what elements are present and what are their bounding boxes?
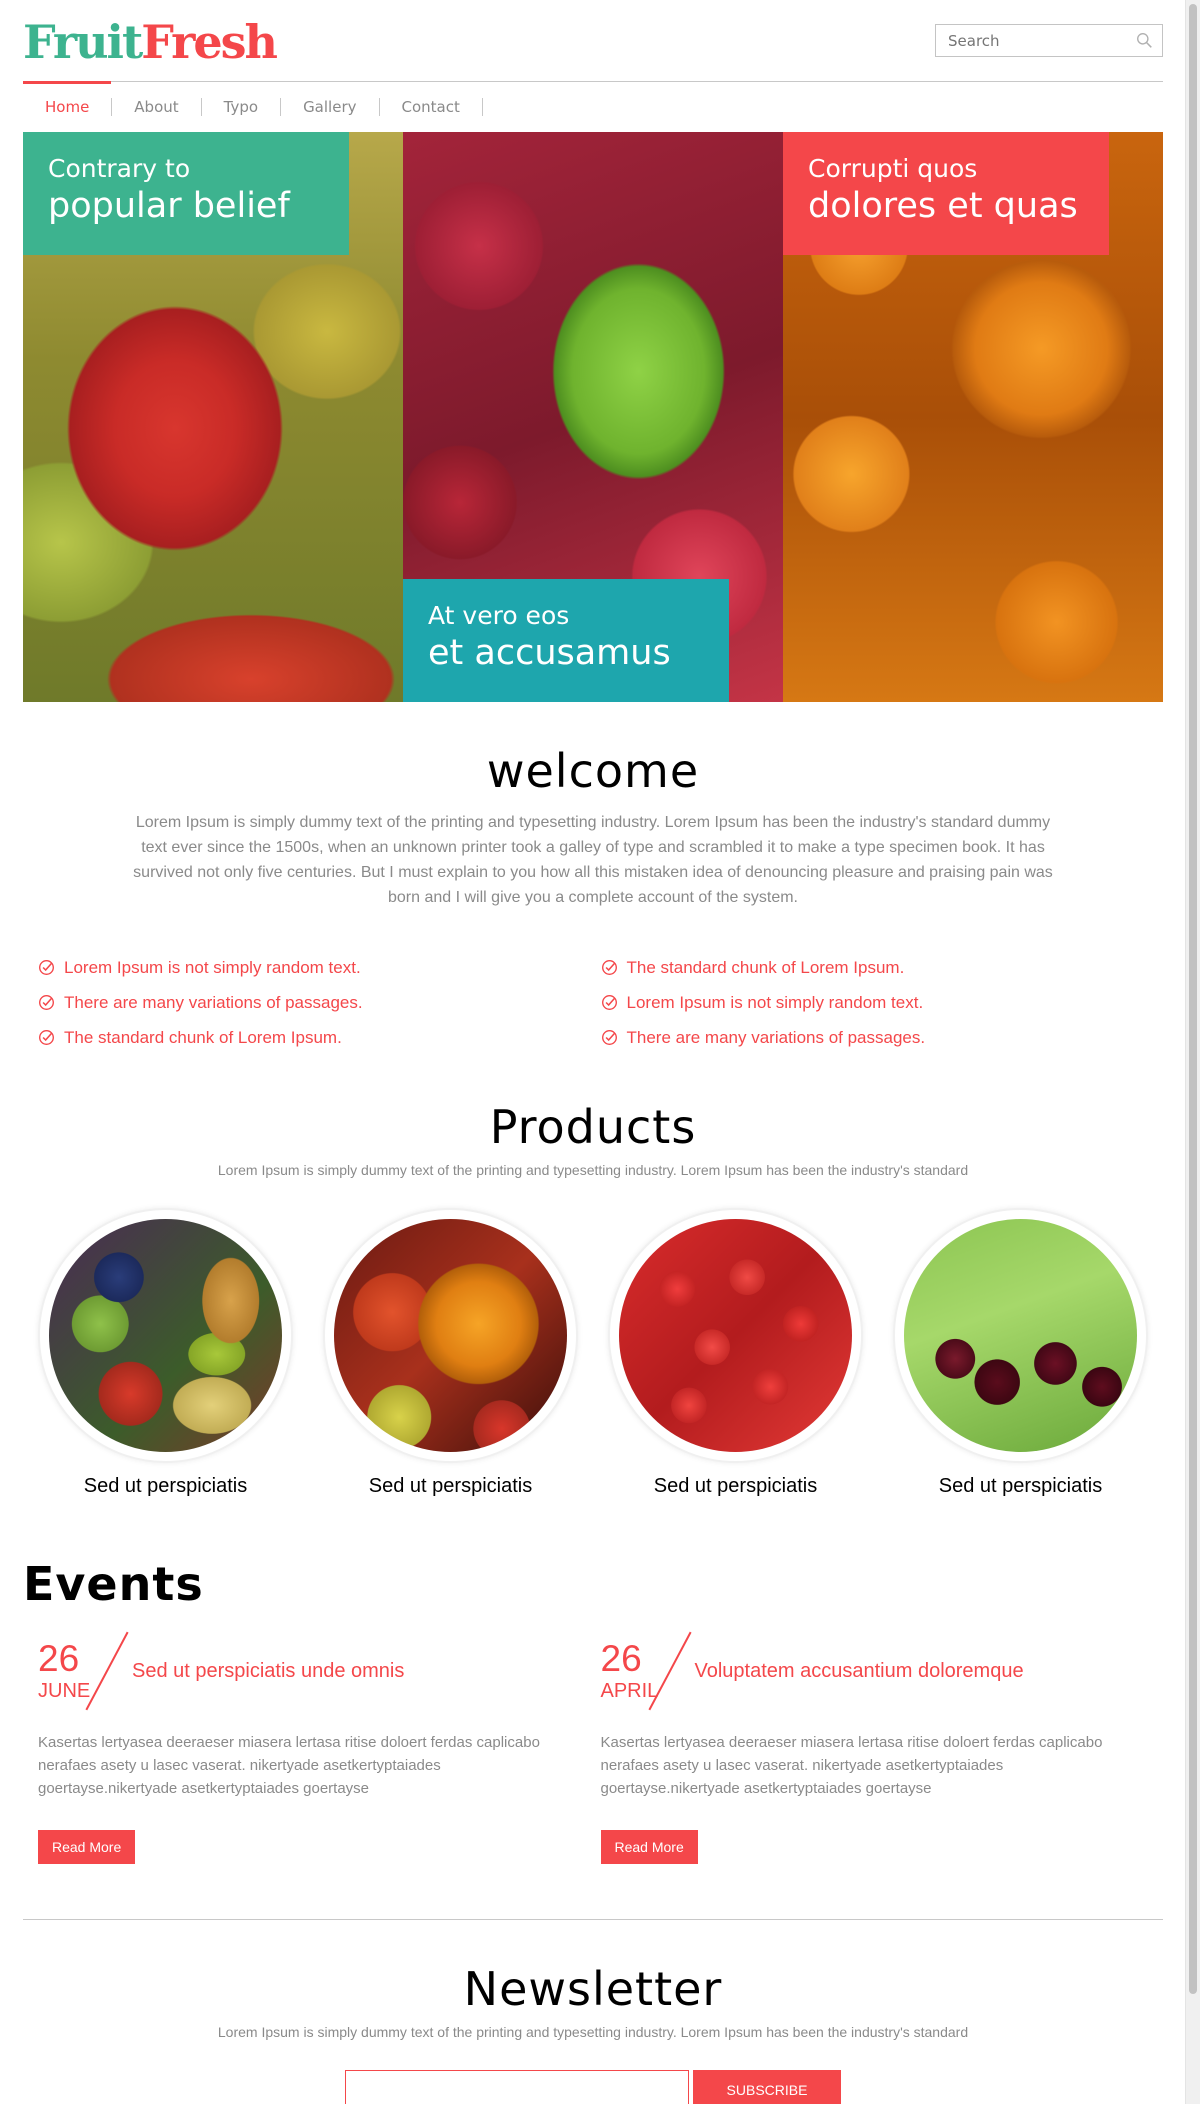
product-image-frame [323,1208,578,1463]
event-day: 26 [600,1638,642,1679]
event-date: 26 APRIL [601,1639,659,1703]
product-image-mixed-fruit[interactable] [49,1219,282,1452]
event-description: Kasertas lertyasea deeraeser miasera ler… [600,1734,1103,1797]
checklist-left: Lorem Ipsum is not simply random text. T… [38,950,601,1055]
products-title: Products [489,1100,697,1154]
checklist-item-label: Lorem Ipsum is not simply random text. [626,992,924,1012]
product-grid: Sed ut perspiciatis Sed ut perspiciatis … [23,1208,1163,1499]
checklist-item: The standard chunk of Lorem Ipsum. [601,950,1164,985]
read-more-button[interactable]: Read More [38,1830,136,1864]
hero-panel-raspberry[interactable]: At vero eos et accusamus [403,132,783,702]
hero-caption-small: Corrupti quos [808,154,978,183]
hero-caption: Corrupti quos dolores et quas [783,132,1109,255]
search-icon[interactable] [1136,32,1153,49]
hero-caption-big: popular belief [48,186,290,226]
product-card[interactable]: Sed ut perspiciatis [38,1208,293,1499]
product-image-frame [38,1208,293,1463]
nav-separator [481,98,483,116]
product-card[interactable]: Sed ut perspiciatis [893,1208,1148,1499]
main-nav: Home About Typo Gallery Contact [23,81,1163,132]
events-title: Events [23,1557,204,1611]
newsletter-email-input[interactable] [345,2070,689,2104]
event-header: 26 JUNE Sed ut perspiciatis unde omnis [38,1631,601,1711]
section-divider [23,1919,1163,1920]
hero-panel-apple[interactable]: Contrary to popular belief [23,132,403,702]
checklist-right: The standard chunk of Lorem Ipsum. Lorem… [601,950,1164,1055]
event-title[interactable]: Voluptatem accusantium doloremque [695,1660,1024,1683]
check-circle-icon [601,995,617,1010]
subscribe-button[interactable]: SUBSCRIBE [693,2070,841,2104]
event-month: APRIL [600,1680,659,1702]
hero-caption: At vero eos et accusamus [403,579,729,702]
product-name[interactable]: Sed ut perspiciatis [323,1473,578,1499]
checklist-item-label: There are many variations of passages. [64,992,363,1012]
page-scrollbar[interactable] [1185,0,1200,2104]
events-list: 26 JUNE Sed ut perspiciatis unde omnis K… [23,1631,1163,1864]
hero-caption-small: Contrary to [48,154,191,183]
event-title[interactable]: Sed ut perspiciatis unde omnis [132,1660,404,1683]
feature-checklist: Lorem Ipsum is not simply random text. T… [23,950,1163,1055]
checklist-item: The standard chunk of Lorem Ipsum. [38,1020,601,1055]
welcome-text: Lorem Ipsum is simply dummy text of the … [133,814,1053,906]
logo-fresh: Fresh [141,15,278,69]
product-image-citrus[interactable] [334,1219,567,1452]
product-name[interactable]: Sed ut perspiciatis [893,1473,1148,1499]
checklist-item: There are many variations of passages. [601,1020,1164,1055]
page: FruitFresh Home About Typo Gallery Conta… [23,0,1163,2104]
checklist-item-label: The standard chunk of Lorem Ipsum. [626,957,905,977]
checklist-item: There are many variations of passages. [38,985,601,1020]
checklist-item: Lorem Ipsum is not simply random text. [38,950,601,985]
product-image-strawberries[interactable] [619,1219,852,1452]
nav-item-gallery[interactable]: Gallery [281,82,378,132]
newsletter-form: SUBSCRIBE [23,2070,1163,2104]
event-description: Kasertas lertyasea deeraeser miasera ler… [38,1734,540,1797]
nav-item-typo[interactable]: Typo [202,82,280,132]
check-circle-icon [39,995,54,1010]
nav-item-about[interactable]: About [112,82,200,132]
search-input[interactable] [936,25,1126,56]
checklist-item-label: The standard chunk of Lorem Ipsum. [64,1027,342,1047]
nav-item-contact[interactable]: Contact [380,82,482,132]
hero-caption: Contrary to popular belief [23,132,349,255]
event-item: 26 APRIL Voluptatem accusantium doloremq… [600,1631,1164,1864]
hero-banner: Contrary to popular belief At vero eos e… [23,132,1163,702]
event-day: 26 [38,1638,80,1679]
scrollbar-thumb[interactable] [1189,4,1197,1994]
newsletter-subtitle: Lorem Ipsum is simply dummy text of the … [217,2024,969,2040]
product-card[interactable]: Sed ut perspiciatis [323,1208,578,1499]
hero-caption-big: et accusamus [428,633,671,673]
product-image-frame [608,1208,863,1463]
event-month: JUNE [38,1680,91,1702]
newsletter-title: Newsletter [463,1962,723,2016]
event-header: 26 APRIL Voluptatem accusantium doloremq… [601,1631,1164,1711]
check-circle-icon [601,1030,617,1045]
read-more-button[interactable]: Read More [600,1830,698,1864]
nav-item-home[interactable]: Home [23,81,112,132]
product-image-cherries[interactable] [904,1219,1137,1452]
check-circle-icon [601,960,617,975]
event-date: 26 JUNE [38,1639,96,1703]
checklist-item: Lorem Ipsum is not simply random text. [601,985,1164,1020]
product-card[interactable]: Sed ut perspiciatis [608,1208,863,1499]
hero-caption-big: dolores et quas [808,186,1078,226]
logo[interactable]: FruitFresh [23,14,278,70]
check-circle-icon [39,1030,54,1045]
event-item: 26 JUNE Sed ut perspiciatis unde omnis K… [38,1631,601,1864]
logo-fruit: Fruit [23,15,143,69]
hero-panel-orange[interactable]: Corrupti quos dolores et quas [783,132,1163,702]
check-circle-icon [39,960,54,975]
checklist-item-label: There are many variations of passages. [626,1027,926,1047]
welcome-title: welcome [486,744,700,798]
checklist-item-label: Lorem Ipsum is not simply random text. [64,957,361,977]
products-subtitle: Lorem Ipsum is simply dummy text of the … [217,1162,969,1178]
hero-caption-small: At vero eos [428,601,570,630]
search-box [935,24,1163,57]
product-name[interactable]: Sed ut perspiciatis [608,1473,863,1499]
product-name[interactable]: Sed ut perspiciatis [38,1473,293,1499]
header: FruitFresh [23,0,1163,82]
product-image-frame [893,1208,1148,1463]
